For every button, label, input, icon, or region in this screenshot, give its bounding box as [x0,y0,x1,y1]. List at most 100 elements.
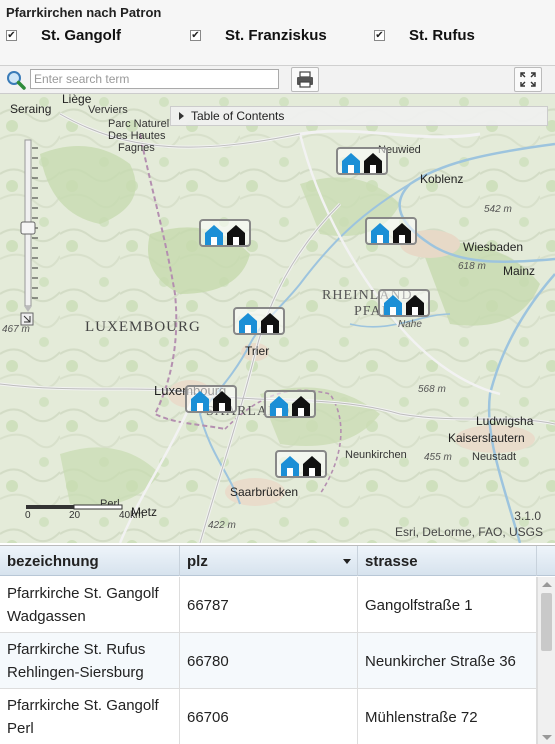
table-row[interactable]: Pfarrkirche St. Gangolf Wadgassen 66787 G… [0,577,537,633]
legend-item-st-gangolf[interactable]: ✔ St. Gangolf [6,27,121,44]
church-icon [261,313,279,333]
fullscreen-button[interactable] [514,67,542,92]
column-header-bezeichnung[interactable]: bezeichnung [0,546,180,576]
scale-bar: 0 20 40km Metz [25,503,157,525]
map-label-elev-422: 422 m [208,520,236,531]
map-label-elev-618: 618 m [458,261,486,272]
cell-line: Pfarrkirche St. Gangolf [7,585,159,602]
church-marker[interactable] [233,307,285,335]
print-icon [297,71,313,88]
cell-plz: 66706 [180,689,358,744]
legend-item-st-rufus[interactable]: ✔ St. Rufus [374,27,475,44]
legend-item-st-franziskus[interactable]: ✔ St. Franziskus [190,27,327,44]
map-label-neustadt: Neustadt [472,451,517,463]
legend-label: St. Gangolf [41,27,121,44]
church-icon [292,396,310,416]
column-header-strasse[interactable]: strasse [358,546,537,576]
print-button[interactable] [291,67,319,92]
cell-line: Pfarrkirche St. Rufus [7,641,146,658]
cell-bezeichnung: Pfarrkirche St. Gangolf Perl [0,689,180,744]
church-icon [213,391,231,411]
church-marker[interactable] [199,219,251,247]
cell-line: Rehlingen-Siersburg [7,664,144,681]
church-icon [342,153,360,173]
scale-label-0: 0 [25,510,31,521]
map-label-des-hautes: Des Hautes [108,130,166,142]
table-header: bezeichnung plz strasse [0,546,555,576]
map-label-saarbruecken: Saarbrücken [230,485,299,499]
zoom-slider[interactable] [18,138,38,326]
church-icon [239,313,257,333]
church-icon [191,391,209,411]
scale-label-20: 20 [69,510,81,521]
church-icon [406,295,424,315]
church-icon [227,225,245,245]
sort-desc-icon [343,559,351,564]
cell-strasse: Gangolfstraße 1 [358,577,537,633]
map-attribution: Esri, DeLorme, FAO, USGS [394,525,543,539]
church-icon [364,153,382,173]
church-marker[interactable] [378,289,430,317]
st-rufus-checkbox[interactable]: ✔ [374,30,385,41]
map-toolbar [0,66,555,94]
api-version: 3.1.0 [514,509,541,523]
church-marker[interactable] [264,390,316,418]
map-label-kaiserslautern: Kaiserslautern [448,431,525,445]
church-icon [281,456,299,476]
map-label-elev-568: 568 m [418,384,446,395]
map-label-mainz: Mainz [503,264,536,278]
scroll-down-arrow-icon[interactable] [542,735,552,740]
map-label-verviers: Verviers [88,104,128,116]
scroll-up-arrow-icon[interactable] [542,582,552,587]
column-header-label: plz [187,553,208,570]
church-icon [384,295,402,315]
church-marker[interactable] [185,385,237,413]
panel-title: Pfarrkirchen nach Patron [6,5,162,20]
map-label-seraing: Seraing [10,102,52,116]
map-label-wiesbaden: Wiesbaden [463,240,524,254]
map-label-trier: Trier [245,344,270,358]
cell-line: Perl [7,720,34,737]
map-label-koblenz: Koblenz [420,172,464,186]
map-label-elev-455: 455 m [424,452,452,463]
church-marker[interactable] [336,147,388,175]
cell-plz: 66780 [180,633,358,689]
legend-label: St. Franziskus [225,27,327,44]
map-label-neunkirchen: Neunkirchen [345,449,407,461]
cell-bezeichnung: Pfarrkirche St. Rufus Rehlingen-Siersburg [0,633,180,689]
map-label-parc-naturel: Parc Naturel [108,118,170,130]
church-icon [371,223,389,243]
st-franziskus-checkbox[interactable]: ✔ [190,30,201,41]
st-gangolf-checkbox[interactable]: ✔ [6,30,17,41]
scroll-thumb[interactable] [541,593,552,651]
church-marker[interactable] [275,450,327,478]
expand-arrow-icon [179,112,184,120]
fullscreen-icon [520,72,536,87]
church-icon [205,225,223,245]
legend-panel: Pfarrkirchen nach Patron ✔ St. Gangolf ✔… [0,0,555,66]
church-marker[interactable] [365,217,417,245]
cell-strasse: Mühlenstraße 72 [358,689,537,744]
map-label-liege: Liège [62,94,92,106]
table-row[interactable]: Pfarrkirche St. Gangolf Perl 66706 Mühlen… [0,689,537,744]
map-label-luxembourg-country: LUXEMBOURG [85,319,201,335]
map-view[interactable]: Seraing Liège Verviers Parc Naturel Des … [0,94,555,543]
search-icon[interactable] [6,70,26,90]
attribute-table: bezeichnung plz strasse Pfarrkirche St. … [0,545,555,744]
map-label-nahe: Nahe [398,319,422,330]
map-label-elev-542: 542 m [484,204,512,215]
church-icon [393,223,411,243]
column-header-plz[interactable]: plz [180,546,358,576]
map-label-ludwigshafen: Ludwigsha [476,414,534,428]
search-input[interactable] [30,69,279,89]
toc-label: Table of Contents [191,109,285,123]
table-scrollbar[interactable] [537,577,555,744]
legend-label: St. Rufus [409,27,475,44]
table-of-contents-toggle[interactable]: Table of Contents [170,106,548,126]
church-icon [270,396,288,416]
cell-line: Pfarrkirche St. Gangolf [7,697,159,714]
cell-strasse: Neunkircher Straße 36 [358,633,537,689]
church-icon [303,456,321,476]
table-row[interactable]: Pfarrkirche St. Rufus Rehlingen-Siersburg… [0,633,537,689]
cell-line: Wadgassen [7,608,86,625]
